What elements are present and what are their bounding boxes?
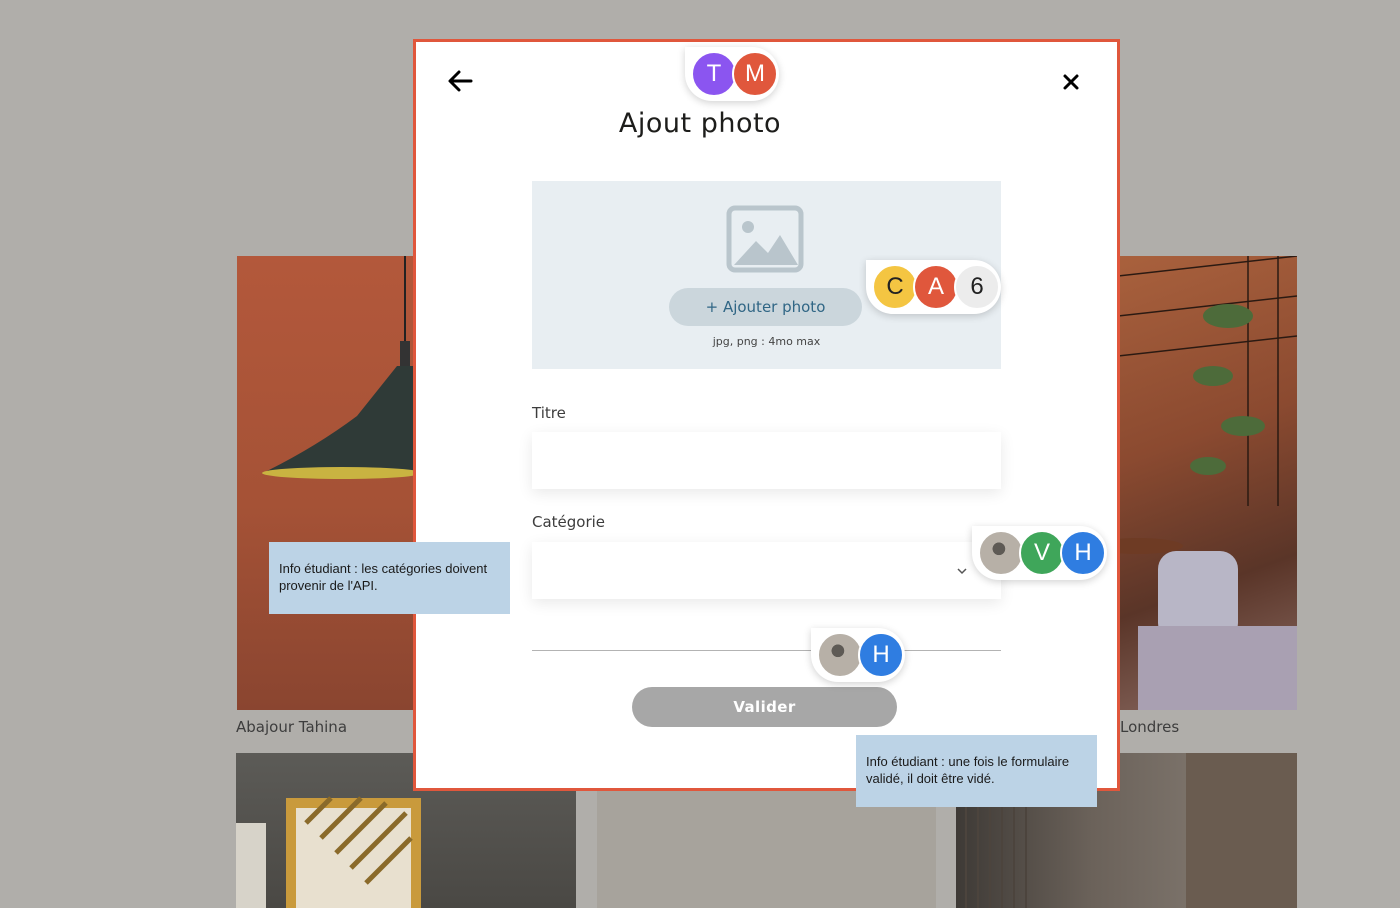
sticky-note[interactable]: Info étudiant : une fois le formulaire v… bbox=[856, 735, 1097, 807]
avatar bbox=[817, 632, 863, 678]
avatar: H bbox=[1060, 530, 1106, 576]
chevron-down-icon bbox=[957, 568, 967, 575]
avatar: H bbox=[858, 632, 904, 678]
collaborator-presence[interactable]: C A 6 bbox=[866, 260, 1001, 314]
avatar: V bbox=[1019, 530, 1065, 576]
gallery-photo-london[interactable] bbox=[1118, 256, 1297, 710]
title-label: Titre bbox=[532, 404, 566, 422]
avatar: A bbox=[913, 264, 959, 310]
collaborator-presence[interactable]: V H bbox=[972, 526, 1107, 580]
avatar bbox=[978, 530, 1024, 576]
gallery-caption: Abajour Tahina bbox=[236, 718, 348, 736]
add-photo-modal bbox=[413, 39, 1120, 791]
category-label: Catégorie bbox=[532, 513, 606, 531]
avatar-overflow-count: 6 bbox=[954, 264, 1000, 310]
back-arrow-icon[interactable] bbox=[445, 66, 475, 96]
sticky-note[interactable]: Info étudiant : les catégories doivent p… bbox=[269, 542, 510, 614]
modal-title: Ajout photo bbox=[618, 108, 782, 139]
category-select[interactable] bbox=[532, 542, 1001, 599]
avatar: T bbox=[691, 51, 737, 97]
gallery-photo-lamp[interactable] bbox=[237, 256, 417, 710]
submit-button[interactable]: Valider bbox=[632, 687, 897, 727]
close-icon[interactable] bbox=[1059, 70, 1083, 94]
form-divider bbox=[532, 650, 1001, 651]
avatar: C bbox=[872, 264, 918, 310]
add-photo-button[interactable]: + Ajouter photo bbox=[669, 288, 862, 326]
interior-illustration bbox=[1118, 256, 1297, 710]
gallery-caption: Londres bbox=[1120, 718, 1180, 736]
lamp-illustration bbox=[262, 256, 417, 479]
avatar: M bbox=[732, 51, 778, 97]
title-input[interactable] bbox=[532, 432, 1001, 489]
collaborator-presence[interactable]: T M bbox=[685, 47, 779, 101]
upload-hint: jpg, png : 4mo max bbox=[712, 335, 821, 348]
image-placeholder-icon bbox=[726, 205, 804, 273]
collaborator-presence[interactable]: H bbox=[811, 628, 905, 682]
